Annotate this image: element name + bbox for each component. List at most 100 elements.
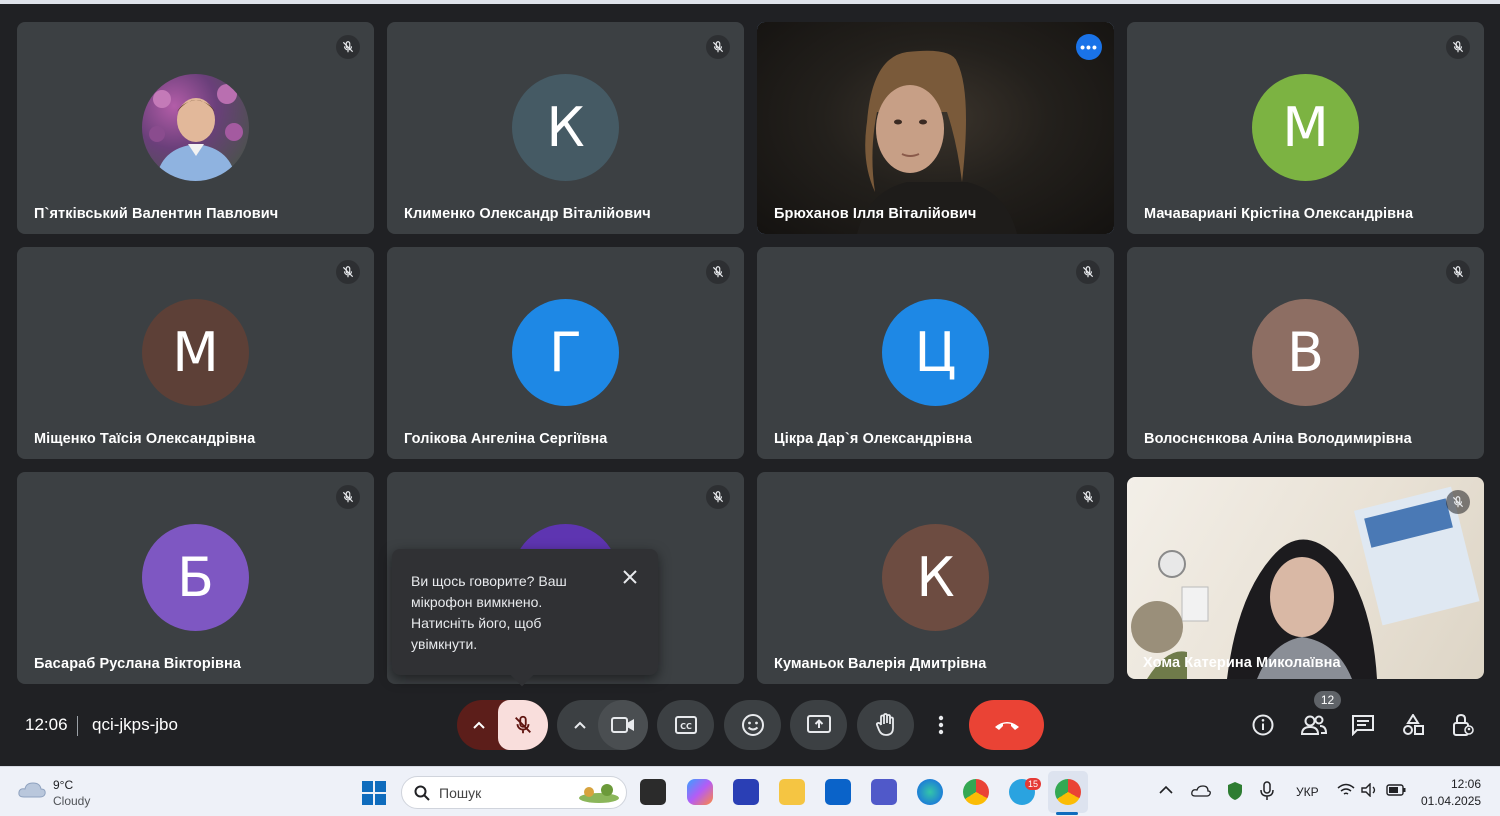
weather-temperature[interactable]: 9°C: [53, 778, 73, 792]
closed-captions-icon: CC: [674, 716, 697, 734]
leave-call-button[interactable]: [969, 700, 1044, 750]
participant-name: Брюханов Ілля Віталійович: [774, 206, 977, 222]
teams-icon[interactable]: [871, 779, 897, 805]
raise-hand-button[interactable]: [857, 700, 914, 750]
camera-toggle-button[interactable]: [598, 700, 648, 750]
muted-mic-icon: [1446, 490, 1470, 514]
person-video-icon: [857, 50, 1017, 234]
participant-name: Клименко Олександр Віталійович: [404, 206, 651, 222]
video-options-button[interactable]: [565, 713, 595, 742]
muted-mic-icon: [1076, 260, 1100, 284]
captions-button[interactable]: CC: [657, 700, 714, 750]
participant-tile[interactable]: К Клименко Олександр Віталійович: [387, 22, 744, 234]
muted-mic-icon: [1076, 485, 1100, 509]
battery-icon[interactable]: [1386, 784, 1406, 796]
present-screen-button[interactable]: [790, 700, 847, 750]
onedrive-icon[interactable]: [1191, 784, 1211, 798]
avatar: Б: [142, 524, 249, 631]
muted-mic-icon: [1446, 260, 1470, 284]
people-icon: [1300, 715, 1328, 735]
mic-muted-popover: Ви щось говорите? Ваш мікрофон вимкнено.…: [392, 549, 658, 687]
chat-icon: [1352, 715, 1374, 736]
search-highlight-icon: [579, 784, 619, 803]
people-count-badge: 12: [1314, 691, 1341, 709]
avatar: К: [882, 524, 989, 631]
info-icon: [1252, 714, 1274, 736]
people-button[interactable]: [1299, 712, 1329, 738]
mic-off-icon: [515, 715, 531, 734]
participant-name: Міщенко Таїсія Олександрівна: [34, 431, 256, 447]
vscode-icon[interactable]: [733, 779, 759, 805]
chevron-up-icon[interactable]: [1159, 785, 1173, 795]
activities-button[interactable]: [1400, 712, 1426, 738]
microphone-control: [457, 700, 548, 750]
chevron-up-icon: [574, 721, 586, 729]
chevron-up-icon: [473, 721, 485, 729]
end-call-icon: [994, 722, 1019, 730]
edge-icon[interactable]: [917, 779, 943, 805]
meeting-details-button[interactable]: [1250, 712, 1276, 738]
audio-options-button[interactable]: [457, 700, 501, 750]
muted-mic-icon: [336, 485, 360, 509]
participant-tile[interactable]: К Куманьок Валерія Дмитрівна: [757, 472, 1114, 684]
microphone-toggle-button[interactable]: [498, 700, 548, 750]
participant-tile[interactable]: М Мачавариані Крістіна Олександрівна: [1127, 22, 1484, 234]
wifi-icon[interactable]: [1337, 783, 1355, 797]
hand-icon: [875, 713, 894, 736]
muted-mic-icon: [336, 35, 360, 59]
participant-tile[interactable]: Б Басараб Руслана Вікторівна: [17, 472, 374, 684]
weather-condition[interactable]: Cloudy: [53, 794, 90, 808]
meeting-time: 12:06: [25, 715, 68, 734]
task-view-icon[interactable]: [640, 779, 666, 805]
svg-text:CC: CC: [680, 722, 692, 731]
avatar: В: [1252, 299, 1359, 406]
muted-mic-icon: [336, 260, 360, 284]
microsoft-store-icon[interactable]: [825, 779, 851, 805]
reactions-button[interactable]: [724, 700, 781, 750]
active-indicator: [1056, 812, 1078, 815]
file-explorer-icon[interactable]: [779, 779, 805, 805]
muted-mic-icon: [706, 260, 730, 284]
input-language[interactable]: УКР: [1296, 785, 1319, 799]
video-feed: [757, 22, 1114, 234]
copilot-icon[interactable]: [687, 779, 713, 805]
person-video-icon: [1131, 486, 1480, 679]
participant-tile[interactable]: П`ятківський Валентин Павлович: [17, 22, 374, 234]
participant-tile[interactable]: М Міщенко Таїсія Олександрівна: [17, 247, 374, 459]
lock-person-icon: [1453, 713, 1474, 736]
participant-tile[interactable]: Г Голікова Ангеліна Сергіївна: [387, 247, 744, 459]
participant-tile[interactable]: В Волоснєнкова Аліна Володимирівна: [1127, 247, 1484, 459]
activities-icon: [1403, 714, 1424, 735]
host-controls-button[interactable]: [1450, 712, 1476, 738]
participant-name: Голікова Ангеліна Сергіївна: [404, 431, 608, 447]
clock-date[interactable]: 01.04.2025: [1421, 794, 1481, 808]
chat-button[interactable]: [1350, 712, 1376, 738]
clock-time[interactable]: 12:06: [1451, 777, 1481, 791]
camera-control: [557, 700, 648, 750]
volume-icon[interactable]: [1361, 783, 1379, 797]
security-shield-icon[interactable]: [1226, 781, 1244, 801]
windows-start-icon[interactable]: [362, 781, 386, 805]
search-placeholder: Пошук: [439, 785, 482, 801]
participant-tile-video[interactable]: ••• Брюханов Ілля Віталійович: [757, 22, 1114, 234]
chrome-active-icon[interactable]: [1055, 779, 1081, 805]
avatar: М: [142, 299, 249, 406]
avatar: Ц: [882, 299, 989, 406]
camera-icon: [611, 717, 634, 733]
participant-tile[interactable]: Ц Цікра Дар`я Олександрівна: [757, 247, 1114, 459]
cloud-icon[interactable]: [17, 779, 47, 801]
participant-name: Цікра Дар`я Олександрівна: [774, 431, 973, 447]
meeting-code: qci-jkps-jbo: [92, 715, 178, 734]
more-options-icon[interactable]: •••: [1076, 34, 1102, 60]
taskbar-search[interactable]: Пошук: [401, 776, 627, 809]
participant-name: Мачавариані Крістіна Олександрівна: [1144, 206, 1414, 222]
present-screen-icon: [806, 715, 831, 733]
microphone-icon[interactable]: [1260, 781, 1274, 801]
chrome-icon[interactable]: [963, 779, 989, 805]
telegram-badge: 15: [1025, 778, 1042, 790]
muted-mic-icon: [706, 485, 730, 509]
participant-tile-video[interactable]: Хома Катерина Миколаївна: [1127, 477, 1484, 679]
emoji-icon: [741, 714, 764, 736]
close-icon[interactable]: [620, 567, 640, 587]
more-options-button[interactable]: [923, 700, 959, 750]
